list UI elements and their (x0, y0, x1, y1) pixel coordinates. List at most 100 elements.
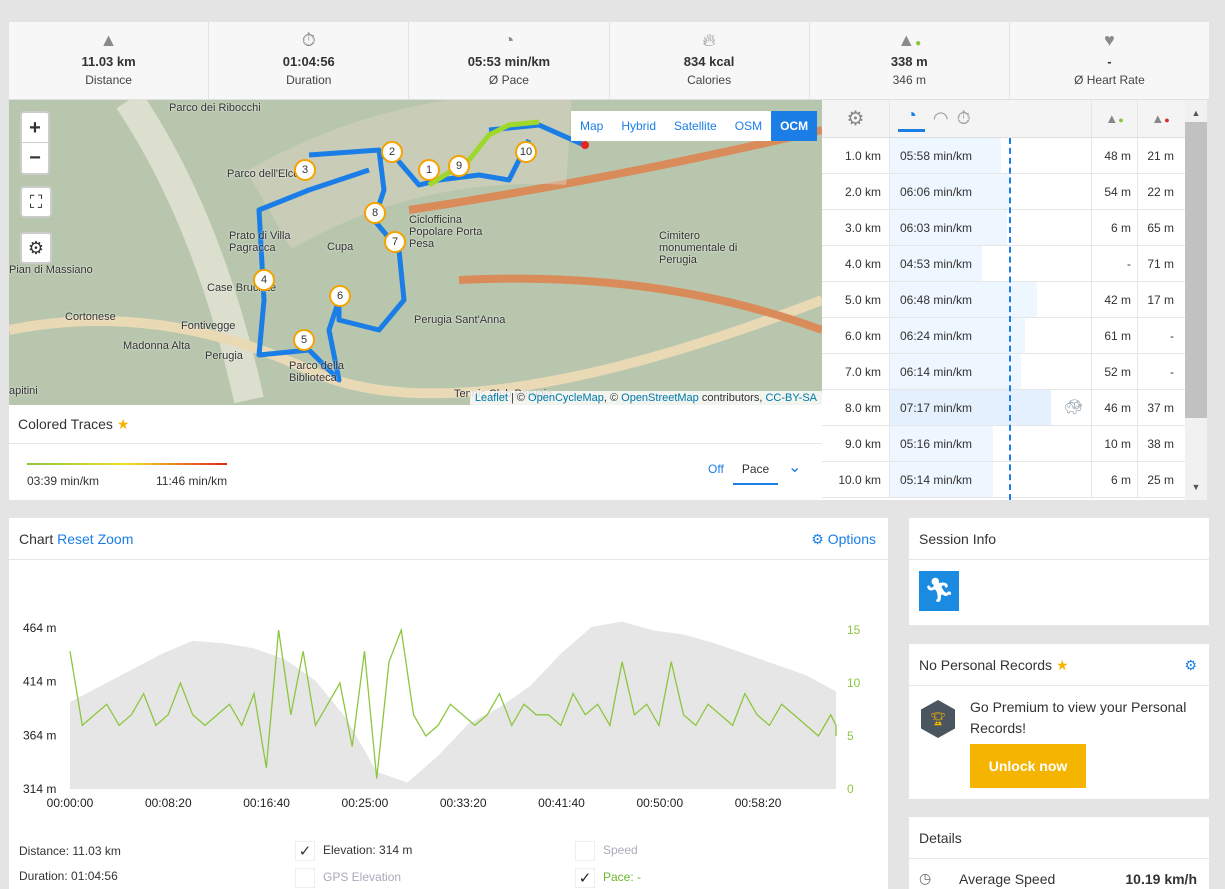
x-tick-label: 00:25:00 (342, 796, 389, 810)
chart-distance: Distance: 11.03 km (19, 844, 121, 858)
layer-map[interactable]: Map (571, 111, 612, 141)
license-link[interactable]: CC-BY-SA (765, 392, 817, 404)
details-title: Details (909, 817, 1209, 859)
osm-link[interactable]: OpenStreetMap (621, 392, 699, 404)
route-km-marker[interactable]: 5 (293, 329, 315, 351)
split-ascent: 6 m (1091, 210, 1137, 245)
map-place-label: Ciclofficina Popolare Porta Pesa (409, 214, 483, 250)
zoom-in-button[interactable]: + (22, 113, 48, 143)
split-ascent: 6 m (1091, 462, 1137, 497)
route-km-marker[interactable]: 8 (364, 202, 386, 224)
split-row: 6.0 km 06:24 min/km 61 m- (822, 318, 1185, 354)
layer-osm[interactable]: OSM (726, 111, 771, 141)
records-text: Go Premium to view your Personal Records… (970, 699, 1187, 736)
stat-calories: 🔥︎ 834 kcal Calories (610, 22, 810, 99)
x-tick-label: 00:33:20 (440, 796, 487, 810)
split-ascent: 54 m (1091, 174, 1137, 209)
gear-icon[interactable]: ⚙ (822, 100, 889, 137)
x-tick-label: 00:16:40 (243, 796, 290, 810)
split-row: 9.0 km 05:16 min/km 10 m 38 m (822, 426, 1185, 462)
map-settings-button[interactable]: ⚙ (20, 232, 52, 264)
elevation-up-icon: ▲● (1091, 100, 1137, 137)
options-button[interactable]: ⚙ Options (811, 518, 876, 560)
fullscreen-button[interactable]: ⛶ (20, 186, 52, 218)
toggle-gps-elevation[interactable]: GPS Elevation (295, 868, 401, 888)
split-descent: 22 m (1137, 174, 1183, 209)
toggle-elevation[interactable]: ✓ Elevation: 314 m (295, 841, 412, 861)
traces-title: Colored Traces (18, 416, 113, 432)
zoom-control: + − (20, 111, 50, 175)
split-km: 10.0 km (838, 473, 881, 487)
route-km-marker[interactable]: 1 (418, 159, 440, 181)
flame-icon: 🔥︎ (702, 30, 716, 50)
scrollbar-thumb[interactable] (1185, 122, 1207, 418)
time-tab-icon[interactable]: ⏱ (957, 108, 971, 129)
session-info-panel: Session Info 🏃︎ (909, 518, 1209, 625)
route-km-marker[interactable]: 10 (515, 141, 537, 163)
reset-zoom-link[interactable]: Reset Zoom (57, 531, 133, 547)
route-km-marker[interactable]: 2 (381, 141, 403, 163)
route-km-marker[interactable]: 7 (384, 231, 406, 253)
speed-tab-icon[interactable]: ◠ (933, 108, 949, 129)
map-place-label: Fontivegge (181, 320, 236, 332)
split-pace: 07:17 min/km 🐢︎ (889, 390, 1091, 425)
chevron-down-icon[interactable]: ⌄ (788, 457, 801, 477)
leaflet-link[interactable]: Leaflet (475, 392, 508, 404)
route-km-marker[interactable]: 3 (294, 159, 316, 181)
zoom-out-button[interactable]: − (22, 143, 48, 173)
traces-select[interactable]: Pace (733, 455, 778, 485)
stat-distance: ▲ 11.03 km Distance (9, 22, 210, 99)
y-left-tick-label: 414 m (23, 675, 56, 689)
stat-duration: ⏱ 01:04:56 Duration (209, 22, 410, 99)
elevation-up-icon: ▲● (897, 30, 922, 50)
premium-star-icon: ★ (116, 416, 130, 432)
traces-off-option[interactable]: Off (708, 462, 724, 476)
unlock-now-button[interactable]: Unlock now (970, 744, 1086, 788)
running-icon: 🏃︎ (919, 571, 959, 611)
route-km-marker[interactable]: 6 (329, 285, 351, 307)
split-pace: 05:14 min/km (889, 462, 1091, 497)
heart-icon: ♥ (1104, 30, 1115, 50)
x-tick-label: 00:41:40 (538, 796, 585, 810)
trophy-icon: 🏆︎ (921, 700, 955, 738)
gear-icon: ⚙ (27, 238, 45, 258)
y-left-tick-label: 464 m (23, 621, 56, 635)
chart-panel: Chart Reset Zoom ⚙ Options 00:00:00 00:08… (9, 518, 888, 889)
split-row: 5.0 km 06:48 min/km 42 m 17 m (822, 282, 1185, 318)
split-ascent: 10 m (1091, 426, 1137, 461)
pace-gradient-legend (27, 463, 227, 465)
map-place-label: Prato di Villa Pagracca (229, 230, 291, 254)
split-ascent: 48 m (1091, 138, 1137, 173)
pace-tab-icon[interactable]: ◔ (898, 105, 925, 132)
gear-icon[interactable]: ⚙ (1184, 644, 1197, 686)
route-km-marker[interactable]: 9 (448, 155, 470, 177)
toggle-pace[interactable]: ✓ Pace: - (575, 868, 641, 888)
split-ascent: 46 m (1091, 390, 1137, 425)
layer-satellite[interactable]: Satellite (665, 111, 726, 141)
split-descent: 17 m (1137, 282, 1183, 317)
fullscreen-icon: ⛶ (29, 192, 43, 212)
split-ascent: - (1091, 246, 1137, 281)
chart-duration: Duration: 01:04:56 (19, 869, 118, 883)
layer-hybrid[interactable]: Hybrid (612, 111, 665, 141)
splits-table: ⚙ ◔ ◠ ⏱ ▲● ▲● 1.0 km 05:58 min/km 48 m 21 m… (822, 100, 1185, 500)
splits-scrollbar[interactable]: ▲ ▼ (1185, 100, 1207, 500)
toggle-speed[interactable]: Speed (575, 841, 638, 861)
elevation-pace-chart[interactable]: 00:00:00 00:08:20 00:16:40 00:25:00 00:33:20… (9, 560, 888, 820)
y-left-tick-label: 364 m (23, 728, 56, 742)
colored-traces-panel: Colored Traces ★ 03:39 min/km 11:46 min/… (9, 405, 822, 500)
x-tick-label: 00:08:20 (145, 796, 192, 810)
split-km: 7.0 km (844, 365, 881, 379)
stats-bar: ▲ 11.03 km Distance ⏱ 01:04:56 Duration ◔ 05:… (9, 22, 1209, 100)
route-map[interactable]: Parco dei Ribocchi Parco dell'Elce Prato d… (9, 100, 822, 405)
split-row: 10.0 km 05:14 min/km 6 m 25 m (822, 462, 1185, 498)
split-descent: 21 m (1137, 138, 1183, 173)
y-left-tick-label: 314 m (23, 782, 56, 796)
split-row: 3.0 km 06:03 min/km 6 m 65 m (822, 210, 1185, 246)
ocm-link[interactable]: OpenCycleMap (528, 392, 604, 404)
split-descent: 38 m (1137, 426, 1183, 461)
route-km-marker[interactable]: 4 (253, 269, 275, 291)
layer-ocm[interactable]: OCM (771, 111, 818, 141)
map-place-label: Parco della Biblioteca (289, 360, 345, 384)
records-title: No Personal Records (919, 657, 1053, 673)
